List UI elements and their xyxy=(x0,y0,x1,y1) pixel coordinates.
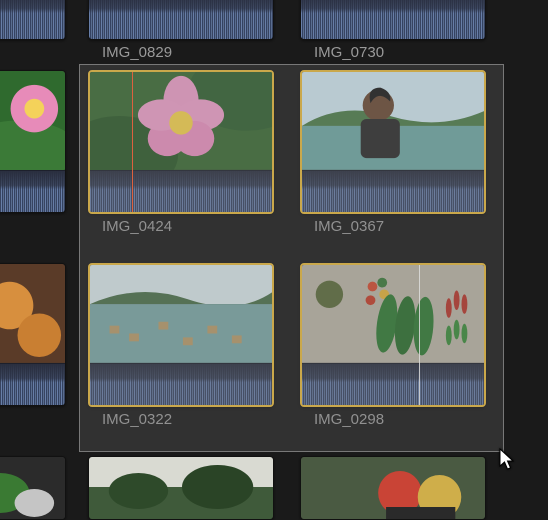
clip-item: IMG_0298 xyxy=(300,263,486,428)
clip-thumbnail[interactable] xyxy=(300,263,486,407)
clip-thumbnail[interactable] xyxy=(0,456,66,520)
clip-thumbnail[interactable] xyxy=(0,263,66,406)
audio-waveform xyxy=(90,170,272,212)
clip-label: IMG_0730 xyxy=(314,44,486,61)
clip-thumbnail[interactable] xyxy=(300,456,486,520)
clip-thumbnail[interactable] xyxy=(300,0,486,40)
clip-thumbnail[interactable] xyxy=(88,456,274,520)
clip-item xyxy=(0,456,66,520)
clip-item xyxy=(0,0,66,40)
image-icon xyxy=(301,457,485,519)
clip-item: IMG_0424 xyxy=(88,70,274,235)
clip-thumbnail[interactable] xyxy=(88,70,274,214)
audio-waveform xyxy=(301,0,485,39)
audio-waveform xyxy=(302,170,484,212)
clip-thumbnail[interactable] xyxy=(0,0,66,40)
clip-thumbnail[interactable] xyxy=(300,70,486,214)
audio-waveform xyxy=(90,363,272,405)
image-icon xyxy=(89,457,273,519)
clip-item: IMG_0367 xyxy=(300,70,486,235)
clip-thumbnail[interactable] xyxy=(88,263,274,407)
image-icon xyxy=(302,72,484,170)
clip-item: IMG_0730 xyxy=(300,0,486,61)
clip-label: IMG_0829 xyxy=(102,44,274,61)
image-icon xyxy=(0,457,65,519)
playhead-indicator[interactable] xyxy=(132,72,133,212)
image-icon xyxy=(90,265,272,363)
audio-waveform xyxy=(0,170,65,212)
clip-item: IMG_0829 xyxy=(88,0,274,61)
clip-label: IMG_0298 xyxy=(314,411,486,428)
clip-thumbnail[interactable] xyxy=(0,70,66,213)
clip-label: IMG_0424 xyxy=(102,218,274,235)
clip-item xyxy=(88,456,274,520)
audio-waveform xyxy=(0,0,65,39)
clip-item xyxy=(300,456,486,520)
audio-waveform xyxy=(0,363,65,405)
audio-waveform xyxy=(89,0,273,39)
clip-thumbnail[interactable] xyxy=(88,0,274,40)
audio-waveform xyxy=(302,363,484,405)
clip-item xyxy=(0,70,66,213)
clip-label: IMG_0322 xyxy=(102,411,274,428)
clip-item: IMG_0322 xyxy=(88,263,274,428)
image-icon xyxy=(302,265,484,363)
image-icon xyxy=(90,72,272,170)
image-icon xyxy=(0,264,65,363)
image-icon xyxy=(0,71,65,170)
clip-library[interactable]: IMG_0829 IMG_0730 xyxy=(0,0,548,520)
clip-item xyxy=(0,263,66,406)
cursor-icon xyxy=(499,448,517,478)
marker-indicator[interactable] xyxy=(419,265,420,405)
clip-label: IMG_0367 xyxy=(314,218,486,235)
